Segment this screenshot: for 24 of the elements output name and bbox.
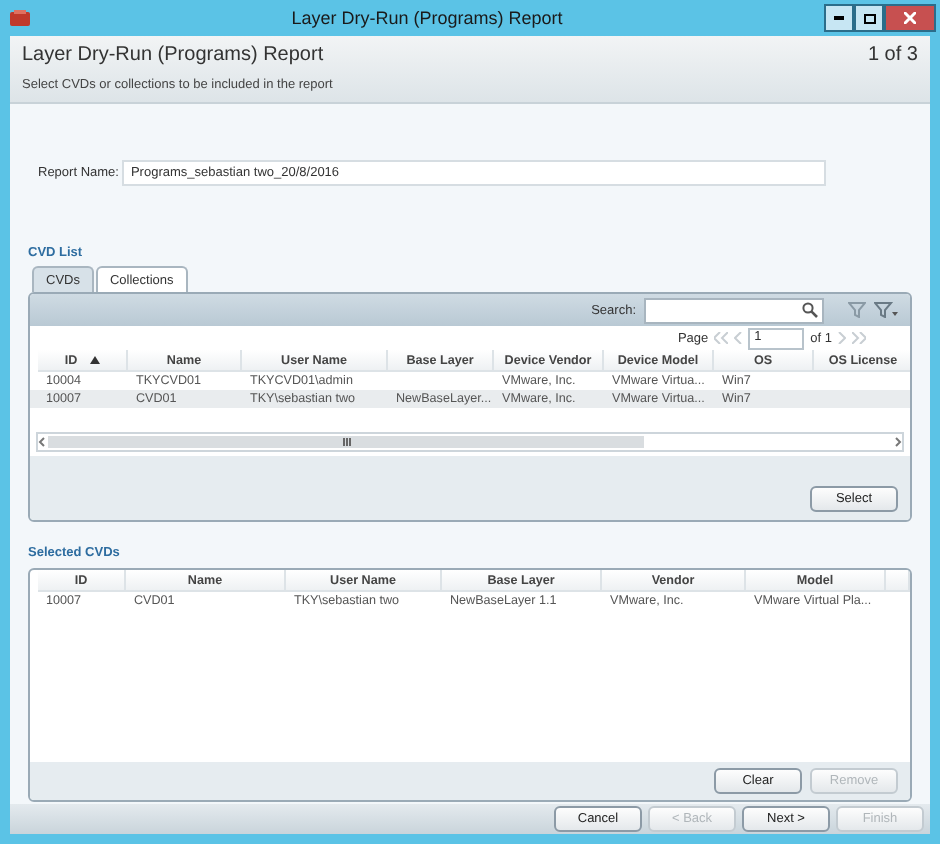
search-field[interactable] bbox=[644, 297, 824, 324]
scroll-left-icon[interactable] bbox=[38, 436, 46, 449]
wizard-title: Layer Dry-Run (Programs) Report bbox=[22, 44, 324, 66]
next-page-icon[interactable] bbox=[838, 332, 846, 345]
horizontal-scrollbar[interactable] bbox=[36, 432, 904, 453]
filter-icon[interactable] bbox=[848, 302, 866, 319]
previous-page-icon[interactable] bbox=[734, 332, 743, 345]
column-header[interactable] bbox=[886, 570, 910, 593]
minimize-icon bbox=[834, 16, 844, 20]
scroll-right-icon[interactable] bbox=[894, 436, 902, 449]
maximize-button[interactable] bbox=[854, 4, 884, 32]
last-page-icon[interactable] bbox=[852, 332, 866, 345]
scrollbar-thumb[interactable] bbox=[48, 436, 644, 449]
maximize-icon bbox=[863, 13, 875, 23]
step-counter: 1 of 3 bbox=[867, 44, 918, 66]
search-icon bbox=[802, 302, 818, 319]
filter-menu-icon[interactable] bbox=[874, 302, 898, 319]
window-title: Layer Dry-Run (Programs) Report bbox=[289, 8, 565, 28]
first-page-icon[interactable] bbox=[714, 332, 729, 345]
app-icon bbox=[10, 10, 30, 26]
minimize-button[interactable] bbox=[824, 4, 854, 32]
close-button[interactable] bbox=[884, 4, 936, 32]
grip-icon bbox=[341, 438, 351, 447]
close-icon bbox=[904, 12, 916, 24]
